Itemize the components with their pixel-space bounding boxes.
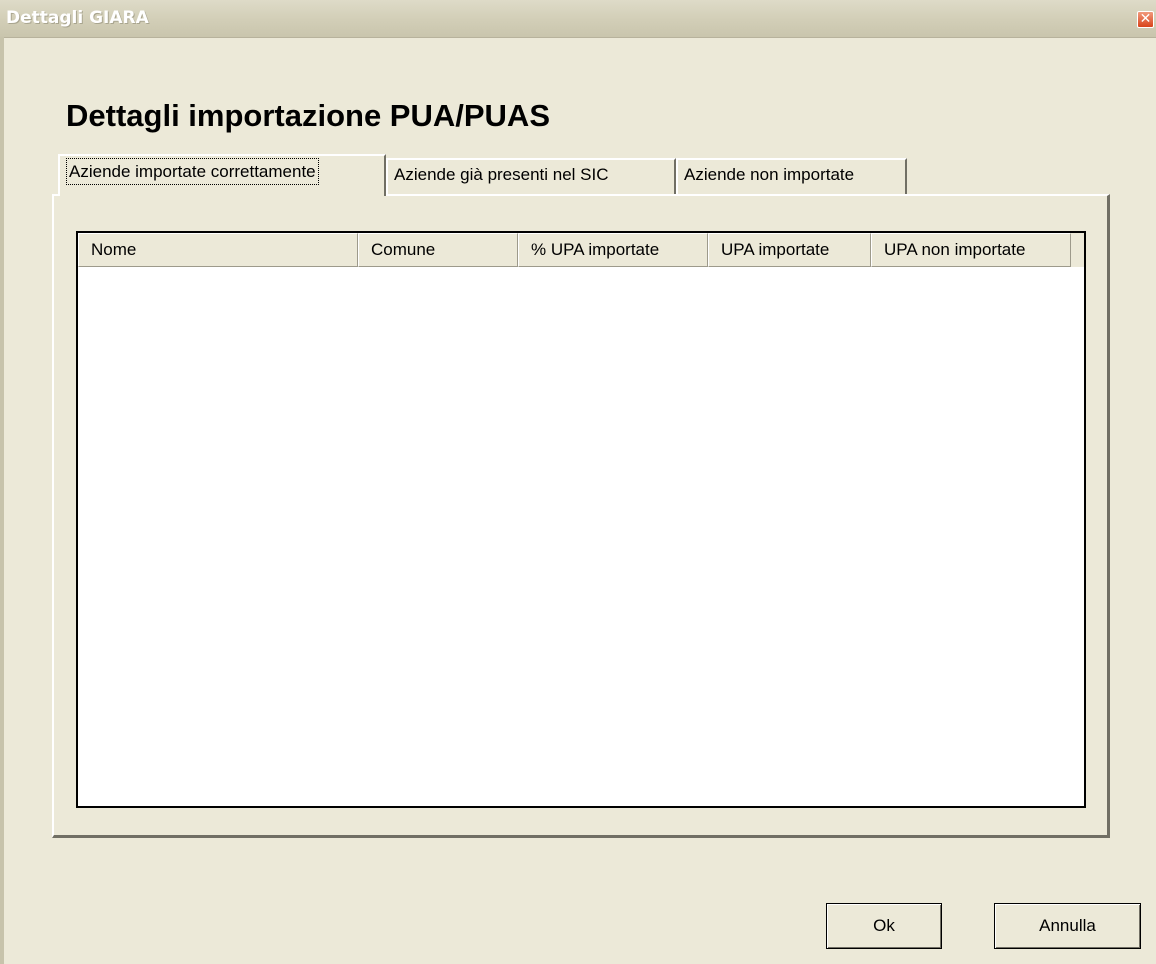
annulla-button[interactable]: Annulla [994,903,1141,949]
ok-button[interactable]: Ok [826,903,942,949]
column-header-percent-upa-importate[interactable]: % UPA importate [518,233,708,267]
title-bar: Dettagli GIARA ✕ [0,0,1156,38]
column-header-nome[interactable]: Nome [78,233,358,267]
column-header-upa-importate[interactable]: UPA importate [708,233,871,267]
tab-aziende-non-importate[interactable]: Aziende non importate [676,158,907,194]
column-header-upa-non-importate[interactable]: UPA non importate [871,233,1071,267]
close-icon[interactable]: ✕ [1137,11,1154,28]
aziende-list[interactable]: Nome Comune % UPA importate UPA importat… [76,231,1086,808]
page-title: Dettagli importazione PUA/PUAS [66,98,550,133]
tab-label: Aziende importate correttamente [66,158,319,185]
tab-aziende-importate-correttamente[interactable]: Aziende importate correttamente [58,154,386,196]
tab-aziende-gia-presenti[interactable]: Aziende già presenti nel SIC [386,158,676,194]
column-header-comune[interactable]: Comune [358,233,518,267]
window-title: Dettagli GIARA [6,8,149,28]
window-left-border [0,37,4,964]
list-header: Nome Comune % UPA importate UPA importat… [78,233,1084,267]
tab-label: Aziende già presenti nel SIC [394,165,609,184]
tab-label: Aziende non importate [684,165,855,184]
